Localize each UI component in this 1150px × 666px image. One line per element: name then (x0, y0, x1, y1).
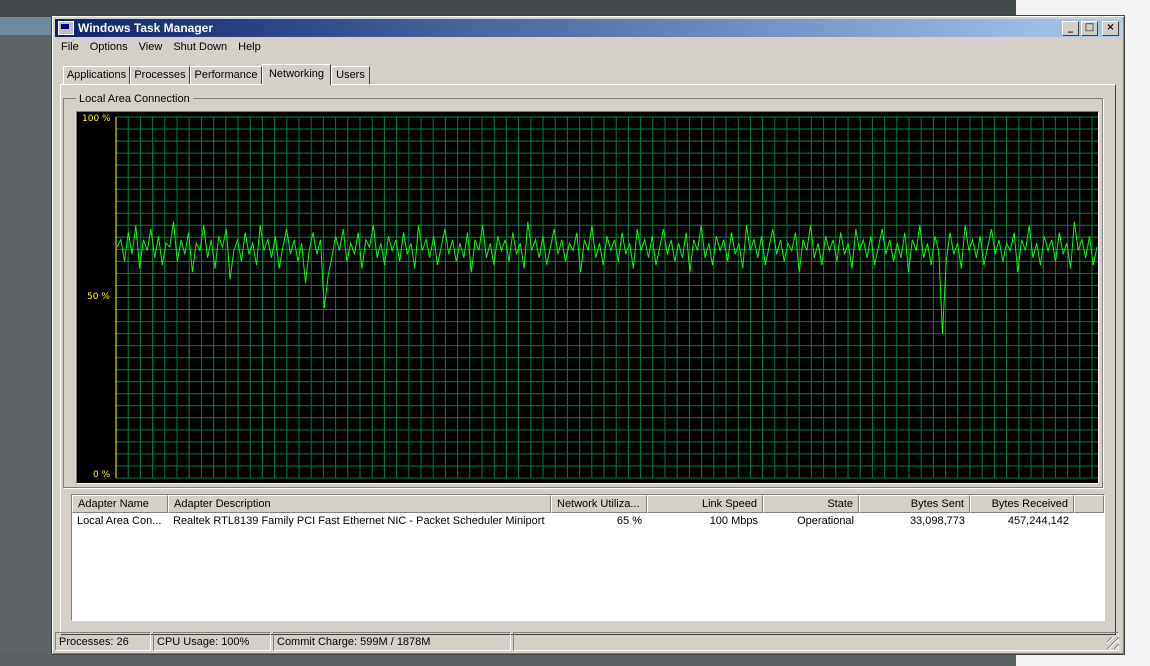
menu-view[interactable]: View (134, 39, 169, 56)
close-button[interactable]: × (1102, 20, 1119, 36)
cell-bytes-received: 457,244,142 (1007, 515, 1069, 527)
cell-bytes-sent: 33,098,773 (909, 515, 965, 527)
column-state[interactable]: State (763, 495, 859, 513)
tab-processes[interactable]: Processes (130, 66, 190, 84)
title-bar[interactable]: Windows Task Manager _ □ × (55, 19, 1121, 37)
network-utilization-line (116, 221, 1098, 334)
column-adapter-description[interactable]: Adapter Description (168, 495, 551, 513)
minimize-button[interactable]: _ (1062, 20, 1079, 36)
adapter-list-header: Adapter Name Adapter Description Network… (72, 495, 1104, 513)
tab-performance[interactable]: Performance (190, 66, 262, 84)
graph-canvas (115, 116, 1098, 479)
tab-networking[interactable]: Networking (262, 64, 331, 85)
column-adapter-name[interactable]: Adapter Name (72, 495, 168, 513)
menu-options[interactable]: Options (85, 39, 134, 56)
desktop-background-left (0, 17, 51, 35)
column-network-utilization[interactable]: Network Utiliza... (551, 495, 647, 513)
column-link-speed[interactable]: Link Speed (647, 495, 763, 513)
network-utilization-graph: 100 % 50 % 0 % (76, 111, 1099, 484)
status-processes: Processes: 26 (55, 632, 151, 651)
cell-link-speed: 100 Mbps (709, 515, 758, 527)
menu-shut-down[interactable]: Shut Down (168, 39, 233, 56)
task-manager-window: Windows Task Manager _ □ × File Options … (51, 15, 1125, 655)
column-bytes-sent[interactable]: Bytes Sent (859, 495, 970, 513)
cell-state: Operational (797, 515, 854, 527)
cell-network-utilization: 65 % (616, 515, 642, 527)
y-label-0: 0 % (93, 470, 111, 480)
maximize-button[interactable]: □ (1081, 20, 1098, 36)
tab-users[interactable]: Users (331, 66, 370, 84)
task-manager-app-icon[interactable] (58, 21, 74, 35)
menu-file[interactable]: File (56, 39, 85, 56)
status-bar: Processes: 26 CPU Usage: 100% Commit Cha… (55, 632, 1121, 651)
menu-help[interactable]: Help (233, 39, 267, 56)
cell-adapter-description: Realtek RTL8139 Family PCI Fast Ethernet… (173, 515, 545, 527)
resize-grip-icon[interactable] (1107, 637, 1119, 649)
adapter-list[interactable]: Adapter Name Adapter Description Network… (71, 494, 1105, 621)
cell-adapter-name: Local Area Con... (77, 515, 162, 527)
tab-applications[interactable]: Applications (63, 66, 130, 84)
graph-grid (116, 116, 1098, 479)
menu-bar: File Options View Shut Down Help (56, 39, 267, 56)
column-filler (1074, 495, 1104, 513)
status-commit-charge: Commit Charge: 599M / 1878M (273, 632, 511, 651)
desktop-background-bottom (0, 654, 1016, 666)
table-row[interactable]: Local Area Con... Realtek RTL8139 Family… (72, 514, 1104, 529)
status-cpu-usage: CPU Usage: 100% (153, 632, 271, 651)
y-label-50: 50 % (87, 292, 110, 302)
y-label-100: 100 % (82, 114, 111, 124)
status-empty-pane (513, 632, 1119, 651)
window-title: Windows Task Manager (78, 21, 214, 35)
column-bytes-received[interactable]: Bytes Received (970, 495, 1074, 513)
group-label: Local Area Connection (76, 93, 193, 105)
